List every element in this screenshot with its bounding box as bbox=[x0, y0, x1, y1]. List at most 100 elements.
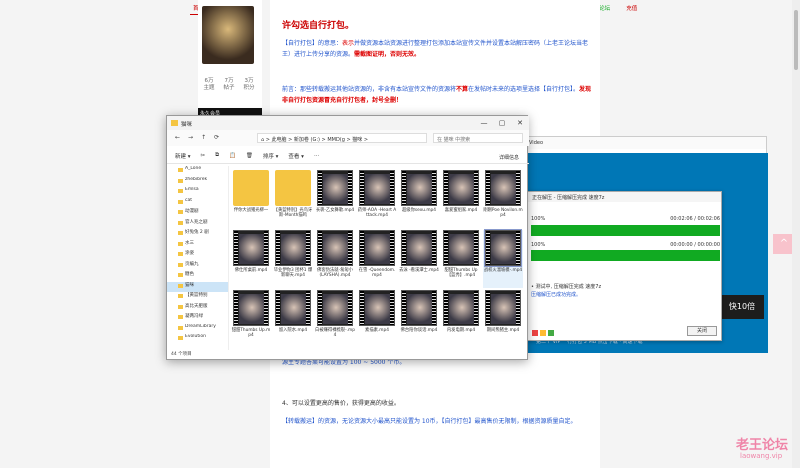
video-file-tile[interactable]: 佛台陪你谈话.mp4 bbox=[399, 290, 439, 348]
maximize-button[interactable]: ▢ bbox=[493, 116, 511, 130]
video-file-tile[interactable]: 甜甜Thumbs Up【蓝秀】.mp4 bbox=[441, 230, 481, 288]
paragraph-definition: 【自行打包】的意思：表示并做资源本站资源进行整理打包添加本站宣传文件并设置本站解… bbox=[282, 40, 589, 58]
nav-tree-item[interactable]: 水三 bbox=[167, 240, 228, 251]
nav-tree-item[interactable]: 动漫剧 bbox=[167, 208, 228, 219]
nav-tree-item[interactable]: A_Lone bbox=[167, 166, 228, 177]
film-strip-icon bbox=[234, 231, 238, 265]
command-button[interactable]: ✂ bbox=[201, 153, 206, 159]
nav-tree-item[interactable]: 涂姿 bbox=[167, 250, 228, 261]
refresh-icon[interactable]: ⟳ bbox=[214, 134, 219, 141]
folder-icon bbox=[178, 262, 183, 267]
video-file-tile[interactable]: 刚刚Poe Novilon.mp4 bbox=[483, 170, 523, 228]
nav-tree-label: 水三 bbox=[185, 240, 194, 246]
film-strip-icon bbox=[348, 171, 352, 205]
breadcrumb[interactable]: ⌂ > 此电脑 > 新加卷 (G:) > MMD(g > 猫咪 > bbox=[257, 133, 427, 143]
film-strip-icon bbox=[516, 231, 520, 265]
nav-tree-item[interactable]: cat bbox=[167, 198, 228, 209]
command-button[interactable]: ⧉ bbox=[215, 152, 219, 159]
file-name: 长裹-乙女舞歌.mp4 bbox=[315, 208, 355, 213]
video-file-tile[interactable]: 留入院水.mp4 bbox=[273, 290, 313, 348]
video-thumbnail bbox=[401, 170, 437, 206]
video-file-tile[interactable]: 战权火溜坡模-.mp4 bbox=[483, 229, 523, 288]
command-button[interactable]: 新建 ▾ bbox=[175, 152, 191, 160]
nav-item[interactable]: 充值 bbox=[623, 2, 640, 14]
status-bar: 44 个项目 bbox=[171, 352, 192, 357]
stat-points: 3万 积分 bbox=[243, 78, 255, 91]
nav-tree-label: 页编九 bbox=[185, 261, 199, 267]
details-button[interactable]: 详细信息 bbox=[499, 154, 519, 161]
folder-tile[interactable]: 【黄蓝特别】光鸟牙斯-Month猫鸣 bbox=[273, 170, 313, 228]
video-file-tile[interactable]: 去泳 -看溪潭士.mp4 bbox=[399, 230, 439, 288]
search-input[interactable]: 在 猫咪 中搜索 bbox=[433, 133, 523, 143]
avatar[interactable] bbox=[202, 6, 254, 64]
file-name: 在雪 -Queendom.mp4 bbox=[358, 268, 396, 278]
video-file-tile[interactable]: 药师-AOA -Heart Attack.mp4 bbox=[357, 170, 397, 228]
video-file-tile[interactable]: 期间熊猪主.mp4 bbox=[483, 290, 523, 348]
folder-icon bbox=[178, 199, 183, 204]
video-file-tile[interactable]: 内发电期.mp4 bbox=[441, 290, 481, 348]
extract-progress-dialog[interactable]: 正在解压 - 压缩解压完成 速度7z 100% 00:02:06 / 00:02… bbox=[527, 191, 722, 341]
command-button[interactable]: 查看 ▾ bbox=[288, 152, 304, 160]
nav-tree-item[interactable]: DreamLibrary bbox=[167, 324, 228, 335]
video-thumbnail bbox=[233, 290, 269, 326]
nav-tree-item[interactable]: zhebibrek bbox=[167, 177, 228, 188]
nav-tree-item[interactable]: 高比天肥版 bbox=[167, 303, 228, 314]
video-file-tile[interactable]: 佛客伪法就-匆匆小 (LAYSHA).mp4 bbox=[315, 230, 355, 288]
nav-tree-item[interactable]: 凝两冯绿 bbox=[167, 313, 228, 324]
up-icon[interactable]: ↑ bbox=[201, 134, 206, 141]
explorer-titlebar[interactable]: 猫咪 — ▢ ✕ bbox=[167, 116, 529, 130]
folder-icon bbox=[178, 315, 183, 319]
file-name: 【黄蓝特别】光鸟牙斯-Month猫鸣 bbox=[273, 208, 313, 218]
video-thumbnail bbox=[359, 170, 395, 206]
back-icon[interactable]: ← bbox=[175, 134, 180, 141]
file-name: 毕业伊你3 团杯1 爆新聊天.mp4 bbox=[273, 268, 313, 278]
command-button[interactable]: 排序 ▾ bbox=[263, 152, 279, 160]
video-thumbnail bbox=[401, 290, 437, 326]
command-button[interactable]: 🗑 bbox=[246, 153, 253, 159]
video-file-tile[interactable]: 毕业伊你3 团杯1 爆新聊天.mp4 bbox=[273, 230, 313, 288]
command-button[interactable]: ··· bbox=[314, 153, 319, 159]
thumbnail-image bbox=[239, 234, 265, 264]
minimize-button[interactable]: — bbox=[475, 116, 493, 130]
file-name: 战权火溜坡模-.mp4 bbox=[483, 268, 523, 273]
video-file-tile[interactable]: 超级你sexu.mp4 bbox=[399, 170, 439, 228]
nav-tree-label: 凝两冯绿 bbox=[185, 314, 203, 319]
file-name: 伴你大战猪光柳一 bbox=[233, 208, 269, 213]
video-file-tile[interactable]: 甜甜Thumbs Up.mp4 bbox=[231, 290, 271, 348]
folder-icon bbox=[178, 241, 183, 246]
scrollbar-thumb[interactable] bbox=[794, 10, 798, 70]
video-file-tile[interactable]: 在雪 -Queendom.mp4 bbox=[357, 230, 397, 288]
file-name: 白被赚得裸梳裂-.mp4 bbox=[315, 328, 355, 338]
file-explorer-window[interactable]: 猫咪 — ▢ ✕ ← → ↑ ⟳ ⌂ > 此电脑 > 新加卷 (G:) > MM… bbox=[166, 115, 529, 360]
nav-tree-item[interactable]: 官人兆之剧 bbox=[167, 219, 228, 230]
video-thumbnail bbox=[275, 230, 311, 266]
folder-icon bbox=[178, 189, 183, 193]
video-file-tile[interactable]: 素描素.mp4 bbox=[357, 290, 397, 348]
close-button[interactable]: ✕ bbox=[511, 116, 529, 130]
nav-tree-item[interactable]: 页编九 bbox=[167, 261, 228, 272]
nav-tree-item[interactable]: Evolution bbox=[167, 334, 228, 345]
file-name: 留入院水.mp4 bbox=[278, 328, 308, 333]
forward-icon[interactable]: → bbox=[188, 134, 193, 141]
film-strip-icon bbox=[402, 291, 406, 325]
video-file-tile[interactable]: 白被赚得裸梳裂-.mp4 bbox=[315, 290, 355, 348]
author-card: 6万 主题 7万 帖子 3万 积分 永久会员 bbox=[198, 0, 262, 118]
folder-tile[interactable]: 伴你大战猪光柳一 bbox=[231, 170, 271, 228]
nav-tree-item[interactable]: Emlsa bbox=[167, 187, 228, 198]
film-strip-icon bbox=[486, 291, 490, 325]
command-button[interactable]: 📋 bbox=[229, 153, 236, 159]
page-scrollbar[interactable] bbox=[792, 0, 800, 468]
navigation-pane: A_Lone zhebibrek Emlsa cat 动漫剧 官人兆之剧 好兔兔 2 剧水三… bbox=[167, 166, 229, 350]
nav-tree-item[interactable]: 猫咪 bbox=[167, 281, 228, 292]
video-file-tile[interactable]: 喜爱蜜组家.mp4 bbox=[441, 170, 481, 228]
nav-tree-item[interactable]: 好兔兔 2 剧 bbox=[167, 229, 228, 240]
film-strip-icon bbox=[486, 231, 490, 265]
nav-tree-item[interactable]: 【黄篮特别 bbox=[167, 292, 228, 303]
dialog-close-button[interactable]: 关闭 bbox=[687, 326, 717, 336]
nav-tree-item[interactable]: 糖色 bbox=[167, 271, 228, 282]
film-strip-icon bbox=[234, 291, 238, 325]
nav-tree-label: 涂姿 bbox=[185, 251, 194, 256]
video-file-tile[interactable]: 长裹-乙女舞歌.mp4 bbox=[315, 170, 355, 228]
video-file-tile[interactable]: 佛仕所桌前.mp4 bbox=[231, 230, 271, 288]
file-name: 甜甜Thumbs Up.mp4 bbox=[231, 328, 271, 338]
